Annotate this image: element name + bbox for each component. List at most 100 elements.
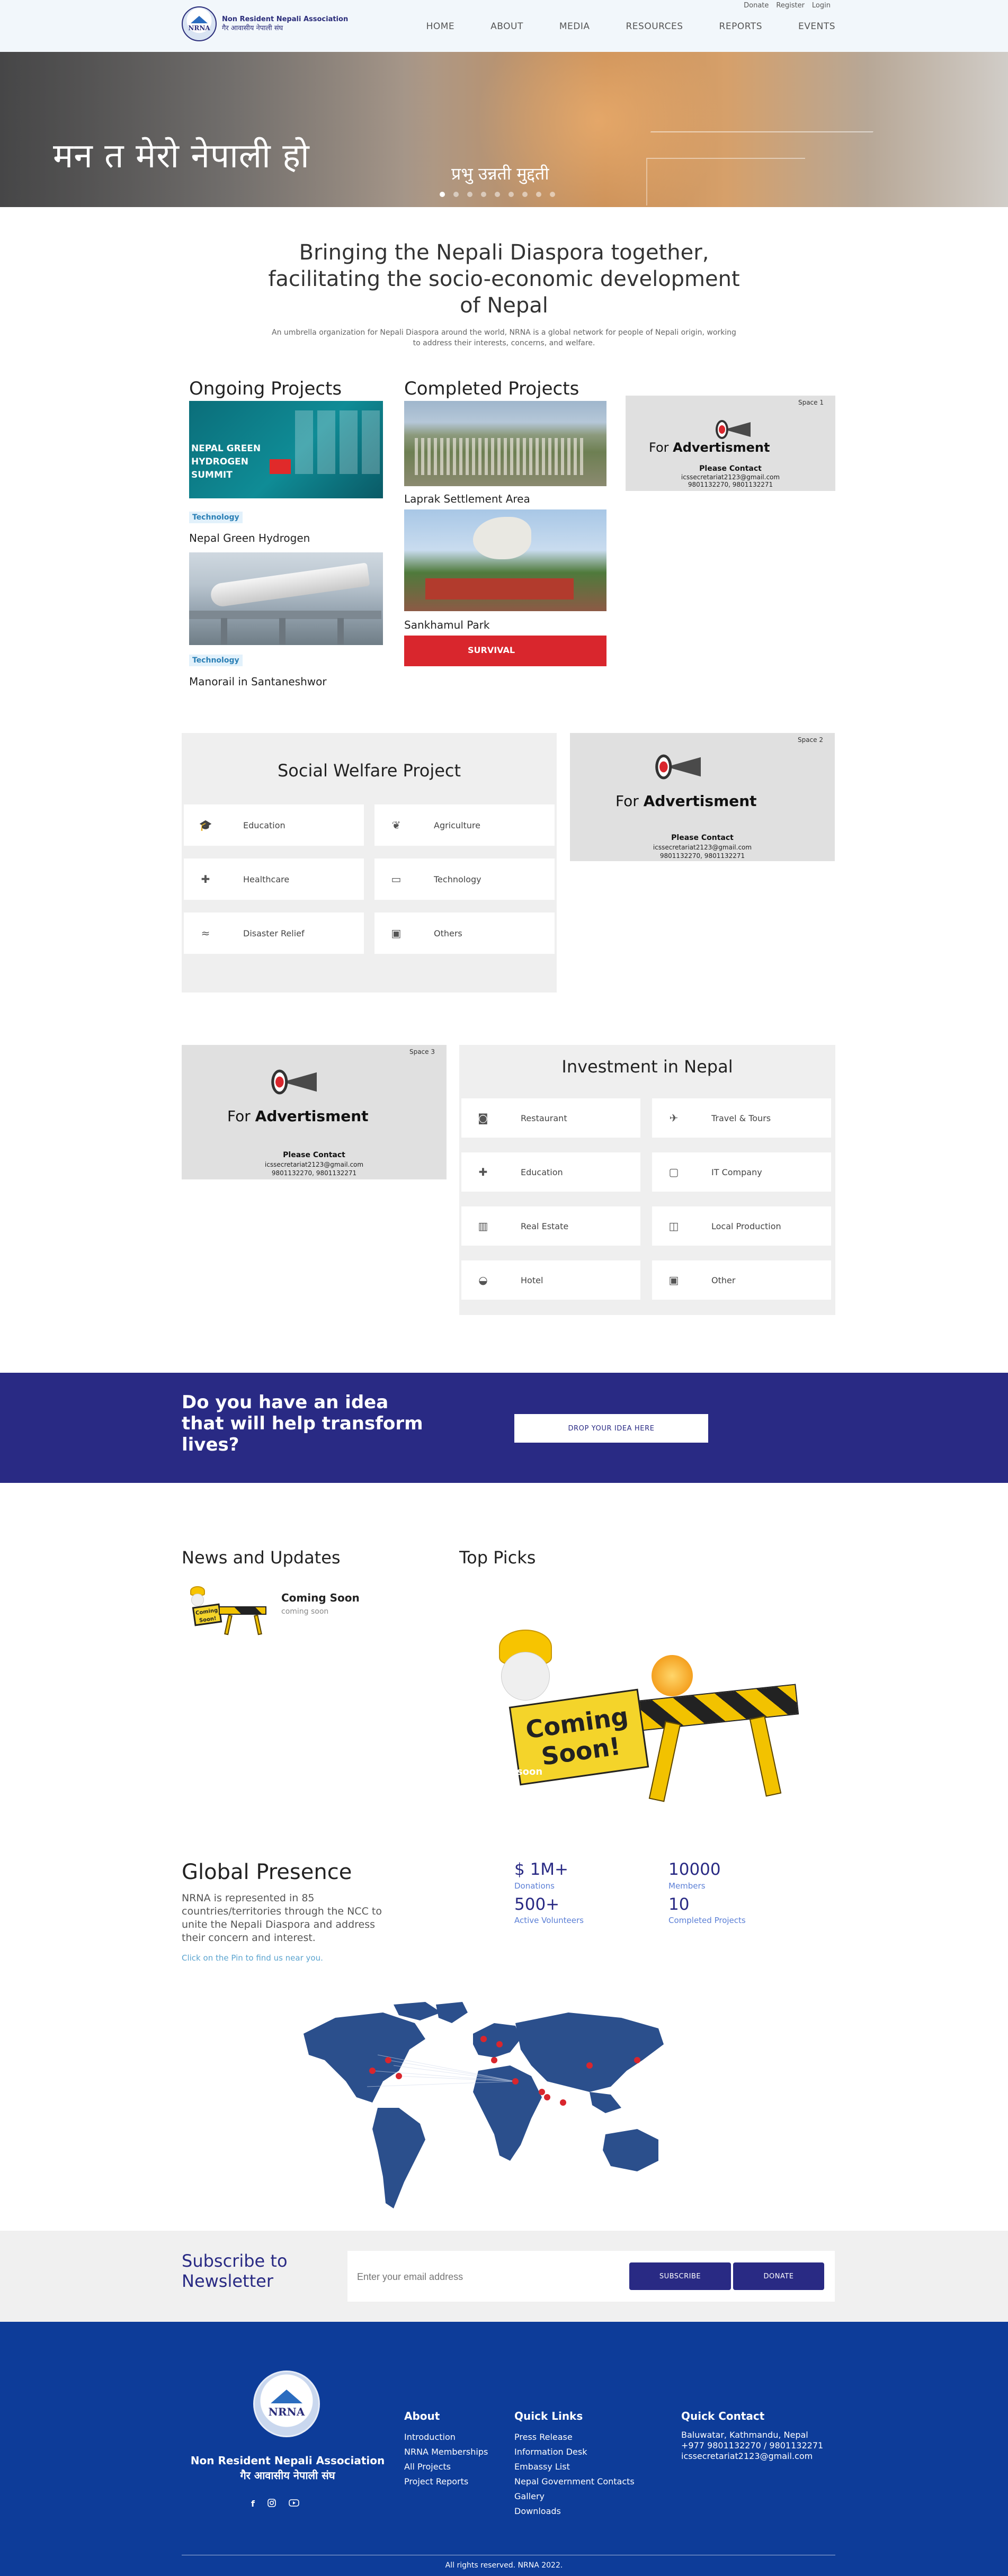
category-tile[interactable]: ✈ Travel & Tours [652, 1098, 831, 1138]
slider-dot[interactable] [453, 192, 459, 197]
ad-contact-phone: 9801132270, 9801132271 [659, 852, 745, 860]
footer-logo[interactable]: NRNA [253, 2371, 320, 2437]
green-hydrogen-image[interactable]: NEPAL GREEN HYDROGEN SUMMIT [189, 401, 383, 498]
slider-dot[interactable] [495, 192, 500, 197]
building-icon: ▥ [478, 1220, 488, 1232]
stat-volunteers-label: Active Volunteers [514, 1916, 584, 1925]
category-tile[interactable]: ≈ Disaster Relief [184, 913, 364, 954]
subscribe-button[interactable]: SUBSCRIBE [629, 2262, 731, 2290]
category-tile[interactable]: ▥ Real Estate [461, 1206, 640, 1246]
top-picks-caption: coming soon [475, 1766, 543, 1777]
nav-reports[interactable]: REPORTS [719, 21, 762, 32]
footer-link[interactable]: NRNA Memberships [404, 2445, 488, 2459]
category-tile[interactable]: ▭ Technology [374, 858, 555, 900]
stat-projects-label: Completed Projects [668, 1916, 746, 1925]
project-tag[interactable]: Technology [189, 655, 243, 666]
footer-link[interactable]: Press Release [514, 2430, 635, 2445]
barrier-leg-graphic [749, 1715, 782, 1797]
ongoing-projects-heading: Ongoing Projects [189, 378, 342, 399]
category-tile[interactable]: 🎓 Education [184, 804, 364, 846]
category-tile[interactable]: ✚ Healthcare [184, 858, 364, 900]
hero-slider[interactable]: मन त मेरो नेपाली हो प्रभु उन्नती मुद्दती [0, 52, 1008, 207]
ad-title-bold: Advertisment [643, 792, 757, 810]
logo-name-np: गैर आवासीय नेपाली संघ [222, 24, 283, 32]
category-tile[interactable]: ▣ Others [374, 913, 555, 954]
global-presence-heading: Global Presence [182, 1860, 352, 1884]
ad-title-thin: For [615, 792, 639, 810]
category-tile[interactable]: ◙ Restaurant [461, 1098, 640, 1138]
slider-dot[interactable] [481, 192, 486, 197]
login-link[interactable]: Login [812, 2, 831, 10]
footer-link[interactable]: Gallery [514, 2489, 635, 2504]
instagram-icon[interactable] [267, 2499, 276, 2509]
news-item-subtitle: coming soon [281, 1607, 329, 1616]
laprak-image[interactable] [404, 401, 606, 486]
pillar-graphic [337, 618, 344, 645]
category-tile[interactable]: ✚ Education [461, 1152, 640, 1192]
facebook-icon[interactable]: f [251, 2499, 255, 2509]
category-tile[interactable]: ▣ Other [652, 1260, 831, 1300]
drop-idea-button[interactable]: DROP YOUR IDEA HERE [514, 1414, 708, 1443]
newsletter-heading: Subscribe to Newsletter [182, 2251, 288, 2291]
category-label: Travel & Tours [711, 1113, 771, 1123]
donate-link[interactable]: Donate [744, 2, 769, 10]
category-tile[interactable]: ◫ Local Production [652, 1206, 831, 1246]
category-label: Healthcare [243, 874, 290, 884]
find-us-link[interactable]: Click on the Pin to find us near you. [182, 1953, 323, 1963]
footer-quick-links: Press Release Information Desk Embassy L… [514, 2430, 635, 2519]
world-map[interactable] [293, 2002, 678, 2219]
intro-title: Bringing the Nepali Diaspora together, f… [268, 240, 740, 318]
ad-title: For Advertisment [615, 792, 757, 810]
news-item-title[interactable]: Coming Soon [281, 1591, 360, 1604]
slider-dot[interactable] [550, 192, 555, 197]
project-title[interactable]: Laprak Settlement Area [404, 493, 530, 505]
footer-email[interactable]: icssecretariat2123@gmail.com [681, 2451, 823, 2462]
register-link[interactable]: Register [776, 2, 805, 10]
footer-link[interactable]: Embassy List [514, 2459, 635, 2474]
footer-link[interactable]: Downloads [514, 2504, 635, 2519]
slider-dot[interactable] [440, 192, 445, 197]
nav-about[interactable]: ABOUT [490, 21, 523, 32]
project-title[interactable]: Nepal Green Hydrogen [189, 532, 310, 544]
donate-button[interactable]: DONATE [733, 2262, 824, 2290]
site-logo-link[interactable]: NRNA Non Resident Nepali Association गैर… [182, 6, 348, 41]
footer-link[interactable]: All Projects [404, 2459, 488, 2474]
figure-head-graphic [191, 1594, 204, 1606]
survival-banner-text: SURVIVAL [468, 645, 515, 655]
slider-dot[interactable] [467, 192, 472, 197]
completed-projects-heading: Completed Projects [404, 378, 579, 399]
monorail-image[interactable] [189, 552, 383, 645]
news-thumbnail[interactable]: Coming Soon! [188, 1585, 267, 1638]
slider-dot[interactable] [509, 192, 514, 197]
project-title[interactable]: Manorail in Santaneshwor [189, 675, 327, 688]
footer-link[interactable]: Information Desk [514, 2445, 635, 2459]
sankhamul-image[interactable] [404, 509, 606, 611]
category-tile[interactable]: ◒ Hotel [461, 1260, 640, 1300]
footer-link[interactable]: Nepal Government Contacts [514, 2474, 635, 2489]
advertisement-space-2[interactable]: Space 2 For Advertisment Please Contact … [570, 733, 835, 861]
project-tag[interactable]: Technology [189, 512, 243, 523]
footer-link[interactable]: Introduction [404, 2430, 488, 2445]
category-tile[interactable]: ▢ IT Company [652, 1152, 831, 1192]
category-label: Education [521, 1167, 563, 1177]
slider-dot[interactable] [536, 192, 541, 197]
nav-resources[interactable]: RESOURCES [626, 21, 683, 32]
slider-dot[interactable] [522, 192, 528, 197]
youtube-icon[interactable] [289, 2499, 299, 2509]
footer-phone[interactable]: +977 9801132270 / 9801132271 [681, 2440, 823, 2451]
survival-banner-image[interactable]: SURVIVAL [404, 636, 606, 666]
footer-link[interactable]: Project Reports [404, 2474, 488, 2489]
advertisement-space-3[interactable]: Space 3 For Advertisment Please Contact … [182, 1045, 447, 1179]
nav-media[interactable]: MEDIA [559, 21, 590, 32]
newsletter-section: Subscribe to Newsletter SUBSCRIBE DONATE [0, 2231, 1008, 2322]
ad-title-bold: Advertisment [673, 440, 770, 455]
category-tile[interactable]: ❦ Agriculture [374, 804, 555, 846]
nav-events[interactable]: EVENTS [798, 21, 835, 32]
stat-donations-label: Donations [514, 1881, 555, 1891]
top-picks-heading: Top Picks [459, 1548, 536, 1568]
nav-home[interactable]: HOME [426, 21, 455, 32]
stat-volunteers-value: 500+ [514, 1895, 560, 1914]
project-title[interactable]: Sankhamul Park [404, 619, 489, 631]
email-input[interactable] [357, 2266, 622, 2288]
advertisement-space-1[interactable]: Space 1 For Advertisment Please Contact … [626, 396, 835, 491]
